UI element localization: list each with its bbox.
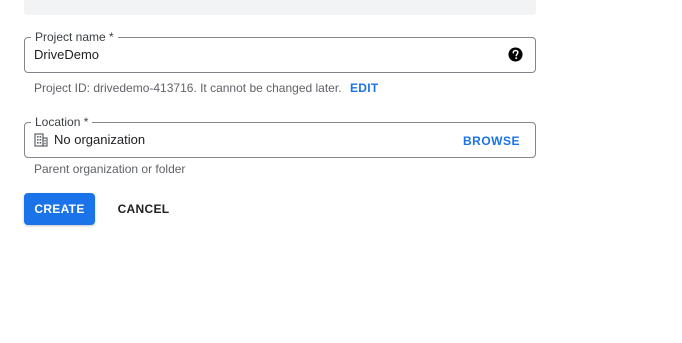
project-name-field[interactable]: Project name * DriveDemo: [24, 29, 536, 73]
help-circle-icon[interactable]: [508, 47, 523, 62]
project-name-label: Project name *: [31, 29, 118, 45]
edit-project-id-button[interactable]: EDIT: [350, 80, 379, 96]
cancel-button[interactable]: CANCEL: [108, 193, 179, 225]
location-helper-text: Parent organization or folder: [34, 162, 186, 176]
building-icon: [34, 133, 48, 147]
project-id-helper-text: Project ID: drivedemo-413716. It cannot …: [34, 81, 342, 95]
top-banner: [24, 0, 536, 15]
location-field[interactable]: Location * No organization BROWSE: [24, 114, 536, 158]
location-value: No organization: [54, 132, 146, 147]
location-label: Location *: [31, 114, 93, 130]
project-name-input[interactable]: DriveDemo: [34, 47, 99, 63]
create-button[interactable]: CREATE: [24, 193, 95, 225]
browse-button[interactable]: BROWSE: [463, 133, 520, 149]
